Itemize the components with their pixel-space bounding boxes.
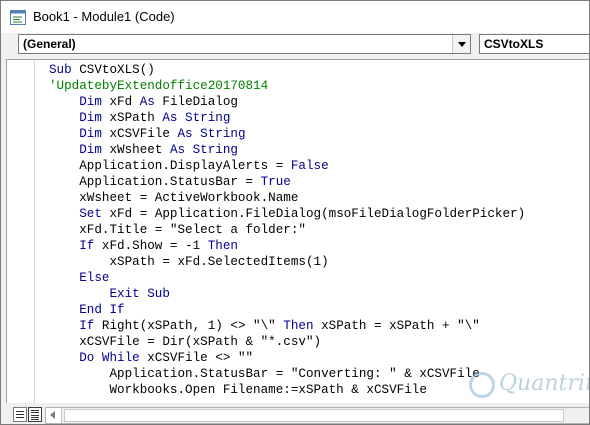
code-token: Application.StatusBar = [49, 175, 261, 189]
code-line[interactable]: Dim xFd As FileDialog [49, 94, 525, 110]
code-token: xWsheet = ActiveWorkbook.Name [49, 191, 299, 205]
code-keyword: Else [49, 271, 110, 285]
code-keyword: True [260, 175, 291, 189]
bottom-bar [1, 403, 589, 424]
code-comment: 'UpdatebyExtendoffice20170814 [49, 79, 269, 93]
code-line[interactable]: Exit Sub [49, 286, 525, 302]
code-keyword: Exit Sub [49, 287, 170, 301]
code-token: xSPath = xSPath + "\" [321, 319, 480, 333]
title-bar[interactable]: Book1 - Module1 (Code) [1, 1, 589, 33]
code-keyword: As String [177, 127, 246, 141]
code-token: xFd = Application.FileDialog(msoFileDial… [109, 207, 526, 221]
code-line[interactable]: Dim xCSVFile As String [49, 126, 525, 142]
code-token: xSPath = xFd.SelectedItems(1) [49, 255, 329, 269]
code-token: Right(xSPath, 1) <> "\" [101, 319, 284, 333]
code-token: Application.StatusBar = "Converting: " &… [49, 367, 480, 381]
code-line[interactable]: Dim xWsheet As String [49, 142, 525, 158]
code-line[interactable]: xSPath = xFd.SelectedItems(1) [49, 254, 525, 270]
code-line[interactable]: Application.StatusBar = "Converting: " &… [49, 366, 525, 382]
scroll-left-button[interactable] [46, 408, 62, 423]
code-keyword: Do While [49, 351, 148, 365]
code-keyword: Then [283, 319, 322, 333]
arrow-left-icon [50, 411, 55, 419]
code-keyword: As [139, 95, 163, 109]
code-keyword: Dim [49, 111, 110, 125]
code-line[interactable]: Sub CSVtoXLS() [49, 62, 525, 78]
code-keyword: False [290, 159, 329, 173]
code-token: xCSVFile [109, 127, 178, 141]
excel-module-icon [10, 10, 26, 25]
code-line[interactable]: End If [49, 302, 525, 318]
code-line[interactable]: Application.StatusBar = True [49, 174, 525, 190]
code-keyword: End If [49, 303, 125, 317]
code-text[interactable]: Sub CSVtoXLS() 'UpdatebyExtendoffice20170… [49, 62, 525, 398]
code-line[interactable]: If xFd.Show = -1 Then [49, 238, 525, 254]
vba-code-window: Book1 - Module1 (Code) (General) CSVtoXL… [0, 0, 590, 425]
code-keyword: As String [162, 111, 231, 125]
code-line[interactable]: Do While xCSVFile <> "" [49, 350, 525, 366]
code-token: xWsheet [109, 143, 170, 157]
code-token: FileDialog [162, 95, 238, 109]
code-line[interactable]: Else [49, 270, 525, 286]
code-line[interactable]: xFd.Title = "Select a folder:" [49, 222, 525, 238]
code-token: xSPath [109, 111, 163, 125]
object-dropdown[interactable]: (General) [18, 34, 471, 54]
code-line[interactable]: Dim xSPath As String [49, 110, 525, 126]
code-editor[interactable]: Sub CSVtoXLS() 'UpdatebyExtendoffice20170… [6, 59, 589, 404]
procedure-dropdown-value: CSVtoXLS [484, 37, 544, 51]
code-line[interactable]: xCSVFile = Dir(xSPath & "*.csv") [49, 334, 525, 350]
code-token: xFd.Show = -1 [101, 239, 208, 253]
code-token: CSVtoXLS() [79, 63, 155, 77]
code-keyword: Dim [49, 95, 110, 109]
code-line[interactable]: xWsheet = ActiveWorkbook.Name [49, 190, 525, 206]
window-title: Book1 - Module1 (Code) [33, 9, 175, 24]
code-keyword: Set [49, 207, 110, 221]
code-line[interactable]: If Right(xSPath, 1) <> "\" Then xSPath =… [49, 318, 525, 334]
code-line[interactable]: Application.DisplayAlerts = False [49, 158, 525, 174]
object-dropdown-value: (General) [23, 37, 76, 51]
code-token: xCSVFile = Dir(xSPath & "*.csv") [49, 335, 322, 349]
scroll-thumb[interactable] [64, 409, 564, 422]
code-line[interactable]: Workbooks.Open Filename:=xSPath & xCSVFi… [49, 382, 525, 398]
code-keyword: Sub [49, 63, 80, 77]
code-keyword: Dim [49, 143, 110, 157]
code-token: Workbooks.Open Filename:=xSPath & xCSVFi… [49, 383, 427, 397]
code-token: xFd [109, 95, 140, 109]
margin-indicator-bar[interactable] [8, 60, 35, 404]
code-token: Application.DisplayAlerts = [49, 159, 291, 173]
code-keyword: If [49, 239, 102, 253]
code-line[interactable]: Set xFd = Application.FileDialog(msoFile… [49, 206, 525, 222]
code-line[interactable]: 'UpdatebyExtendoffice20170814 [49, 78, 525, 94]
code-token: xCSVFile <> "" [147, 351, 254, 365]
code-keyword: As String [169, 143, 238, 157]
chevron-down-icon [458, 42, 466, 47]
code-token: xFd.Title = "Select a folder:" [49, 223, 306, 237]
code-keyword: If [49, 319, 102, 333]
horizontal-scrollbar[interactable] [45, 407, 589, 424]
code-keyword: Dim [49, 127, 110, 141]
procedure-dropdown[interactable]: CSVtoXLS [479, 34, 589, 54]
object-dropdown-arrow[interactable] [452, 35, 470, 53]
procedure-view-button[interactable] [13, 407, 27, 422]
code-keyword: Then [207, 239, 238, 253]
full-module-view-button[interactable] [28, 407, 42, 422]
